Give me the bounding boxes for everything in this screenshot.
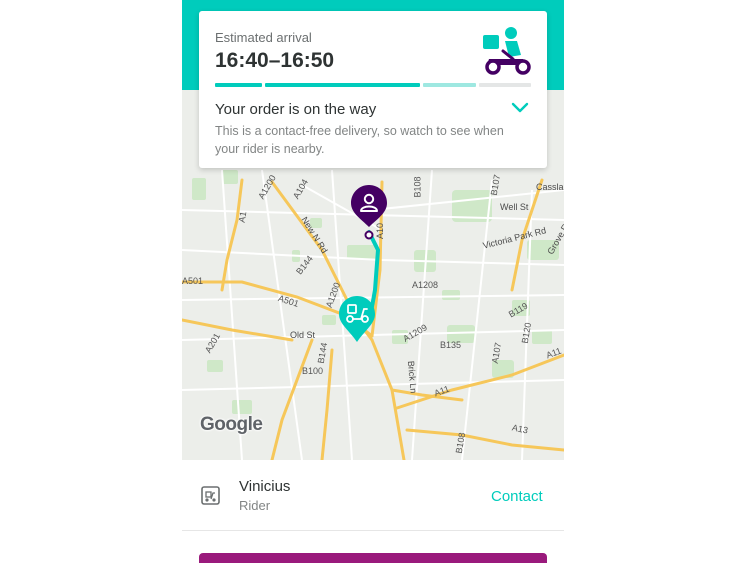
map-label: A1 (236, 210, 249, 224)
rider-info-row: Vinicius Rider Contact (182, 460, 564, 531)
map-label: Old St (290, 330, 316, 340)
map-label: Well St (500, 202, 529, 212)
status-description: This is a contact-free delivery, so watc… (215, 124, 504, 156)
status-title: Your order is on the way (215, 101, 377, 118)
map-label: Cassla (536, 182, 564, 192)
rider-location-pin[interactable] (337, 294, 377, 344)
delivery-progress-bar (215, 83, 531, 87)
customer-location-pin[interactable] (349, 183, 389, 243)
map-label: A501 (182, 276, 204, 286)
eta-time: 16:40–16:50 (215, 49, 335, 72)
contact-rider-link[interactable]: Contact (491, 488, 543, 505)
order-tracking-screen: A1200 A104 B108 B107 Cassla A1 New N Rd … (182, 0, 564, 563)
bottom-action-button[interactable] (199, 553, 547, 563)
order-status-card: Estimated arrival 16:40–16:50 Your order… (199, 11, 547, 168)
map-label: B100 (302, 366, 324, 376)
rider-role: Rider (239, 498, 271, 513)
map-label: A1208 (412, 280, 439, 290)
progress-segment (423, 83, 476, 87)
rider-name: Vinicius (239, 478, 291, 495)
rider-illustration-icon (483, 27, 531, 75)
eta-label: Estimated arrival (215, 30, 312, 45)
progress-segment (479, 83, 531, 87)
map-label: B108 (412, 176, 423, 198)
chevron-down-icon[interactable] (510, 101, 530, 115)
google-logo: Google (200, 414, 263, 435)
rider-badge-icon (201, 486, 220, 505)
progress-segment (215, 83, 262, 87)
progress-segment (265, 83, 420, 87)
map-label: B135 (440, 340, 462, 350)
